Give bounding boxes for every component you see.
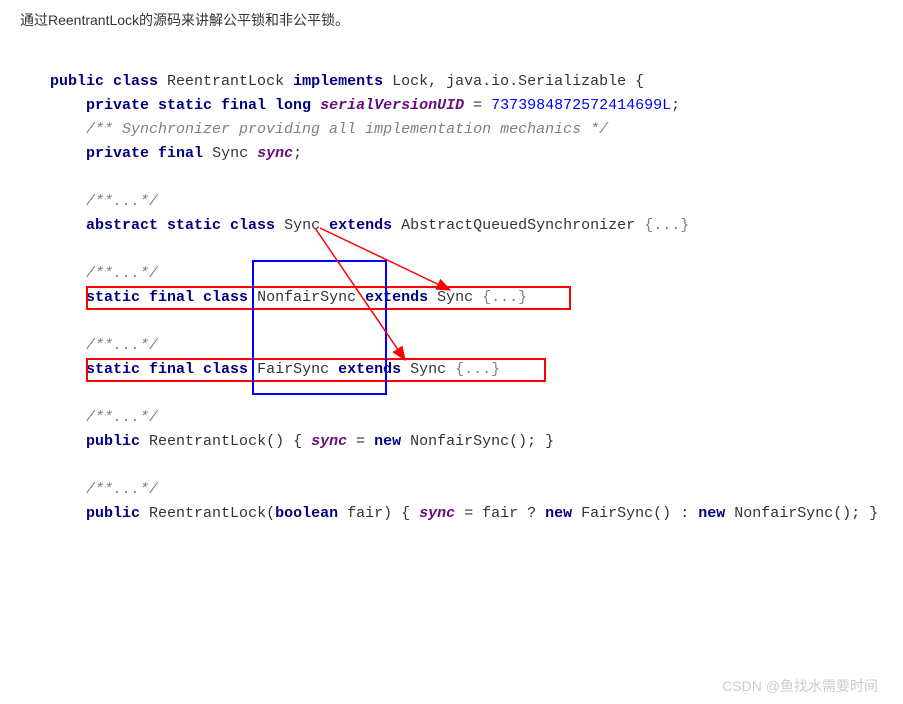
class-name: Sync <box>284 217 320 234</box>
keyword: static final class <box>86 361 248 378</box>
call: FairSync() : <box>572 505 698 522</box>
keyword: private final <box>86 145 203 162</box>
keyword: implements <box>293 73 383 90</box>
field: sync <box>311 433 347 450</box>
keyword: public <box>86 505 140 522</box>
call: NonfairSync(); } <box>725 505 878 522</box>
type: Sync <box>212 145 248 162</box>
field: sync <box>419 505 455 522</box>
comment: /** Synchronizer providing all implement… <box>86 121 608 138</box>
fold-marker: {...} <box>644 217 689 234</box>
field: serialVersionUID <box>320 97 464 114</box>
ternary: = fair ? <box>455 505 545 522</box>
comment: /**...*/ <box>86 409 158 426</box>
brace: { <box>284 433 311 450</box>
equals: = <box>347 433 374 450</box>
keyword: private static final long <box>86 97 311 114</box>
keyword: extends <box>329 217 392 234</box>
comment: /**...*/ <box>86 265 158 282</box>
keyword: extends <box>365 289 428 306</box>
superclass: AbstractQueuedSynchronizer <box>401 217 635 234</box>
keyword: public class <box>50 73 158 90</box>
superclass: Sync <box>410 361 446 378</box>
comment: /**...*/ <box>86 481 158 498</box>
class-name: FairSync <box>257 361 329 378</box>
semicolon: ; <box>671 97 680 114</box>
class-name: NonfairSync <box>257 289 356 306</box>
keyword: extends <box>338 361 401 378</box>
keyword: abstract static class <box>86 217 275 234</box>
equals: = <box>464 97 491 114</box>
fold-marker: {...} <box>482 289 527 306</box>
param: fair) <box>338 505 392 522</box>
keyword: static final class <box>86 289 248 306</box>
comment: /**...*/ <box>86 337 158 354</box>
comment: /**...*/ <box>86 193 158 210</box>
keyword: public <box>86 433 140 450</box>
field: sync <box>257 145 293 162</box>
keyword: new <box>545 505 572 522</box>
intro-text: 通过ReentrantLock的源码来讲解公平锁和非公平锁。 <box>20 10 883 30</box>
implements-list: Lock, java.io.Serializable { <box>392 73 644 90</box>
class-name: ReentrantLock <box>167 73 284 90</box>
code-block: public class ReentrantLock implements Lo… <box>50 70 883 694</box>
keyword: new <box>698 505 725 522</box>
constructor: ReentrantLock() <box>149 433 284 450</box>
brace: { <box>392 505 419 522</box>
fold-marker: {...} <box>455 361 500 378</box>
keyword: boolean <box>275 505 338 522</box>
superclass: Sync <box>437 289 473 306</box>
semicolon: ; <box>293 145 302 162</box>
keyword: new <box>374 433 401 450</box>
call: NonfairSync(); } <box>401 433 554 450</box>
constructor: ReentrantLock( <box>149 505 275 522</box>
watermark: CSDN @鱼找水需要时间 <box>722 676 878 696</box>
number: 7373984872572414699L <box>491 97 671 114</box>
